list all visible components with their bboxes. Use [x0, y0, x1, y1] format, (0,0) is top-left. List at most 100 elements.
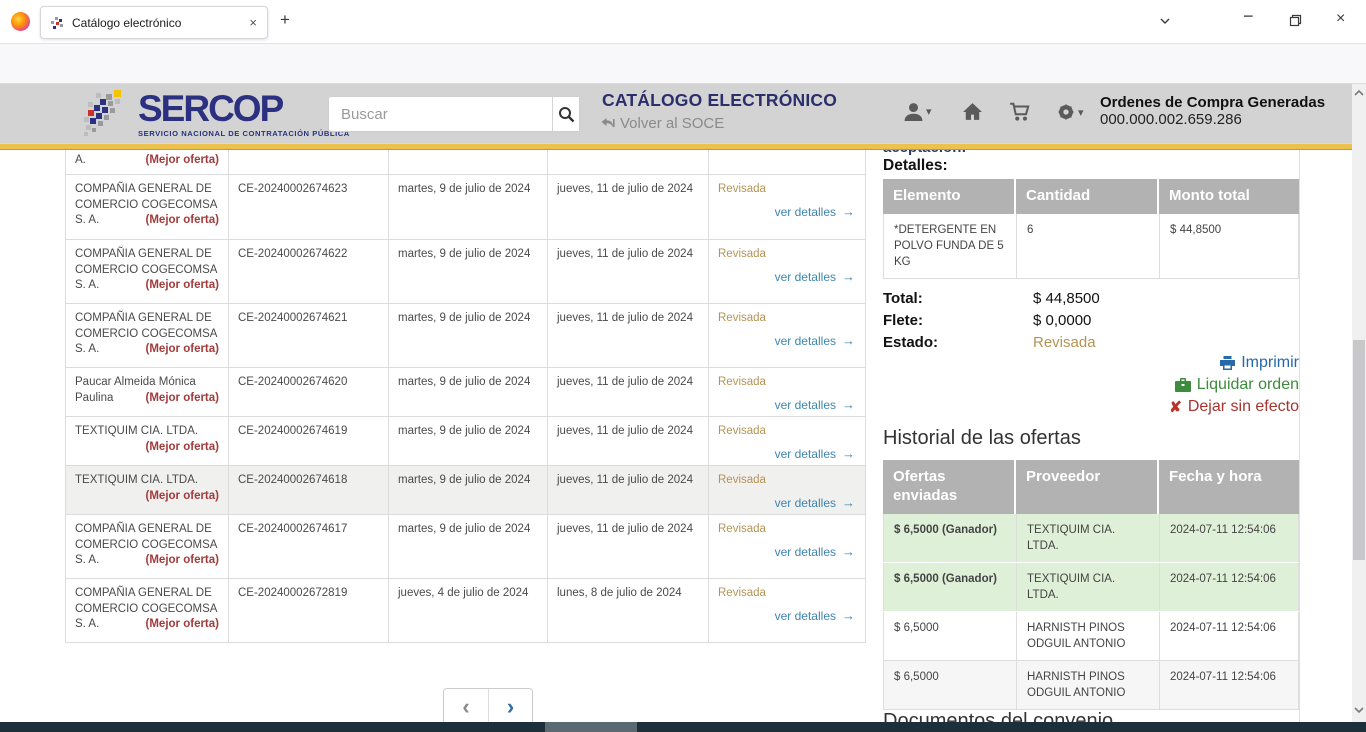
previous-page-button[interactable]: ‹ — [444, 689, 488, 725]
status-cell: Revisadaver detalles→ — [708, 368, 866, 416]
cart-button[interactable] — [1009, 102, 1031, 122]
freight-label: Flete: — [883, 312, 1033, 329]
cart-icon — [1009, 102, 1031, 122]
order-code-cell: CE-20240002674623 — [228, 175, 388, 239]
status-cell: Revisadaver detalles→ — [708, 240, 866, 303]
logo-tagline: SERVICIO NACIONAL DE CONTRATACIÓN PÚBLIC… — [138, 130, 350, 138]
window-minimize-button[interactable]: − — [1243, 6, 1254, 27]
ver-detalles-link[interactable]: ver detalles→ — [775, 543, 855, 561]
accept-date-cell: jueves, 11 de julio de 2024 — [547, 417, 708, 465]
accept-date-cell: lunes, 8 de julio de 2024 — [547, 579, 708, 642]
table-row: Paucar Almeida Mónica Paulina(Mejor ofer… — [66, 368, 865, 417]
sercop-mosaic-icon — [84, 90, 130, 138]
status-cell: Revisadaver detalles→ — [708, 417, 866, 465]
ver-detalles-link[interactable]: ver detalles→ — [775, 268, 855, 286]
provider-cell: COMPAÑIA GENERAL DE COMERCIO COGECOMSA S… — [66, 579, 228, 642]
table-row-selected: TEXTIQUIM CIA. LTDA.(Mejor oferta) CE-20… — [66, 466, 865, 515]
arrow-right-icon: → — [842, 333, 855, 348]
scroll-down-icon[interactable] — [1353, 706, 1365, 714]
search-icon — [558, 106, 575, 123]
total-value: $ 44,8500 — [1033, 290, 1100, 307]
accept-date-cell: jueves, 11 de julio de 2024 — [547, 175, 708, 239]
history-row-winner: $ 6,5000 (Ganador) TEXTIQUIM CIA. LTDA. … — [883, 563, 1299, 612]
page-footer-bar — [0, 722, 1366, 732]
history-row: $ 6,5000 HARNISTH PINOS ODGUIL ANTONIO 2… — [883, 661, 1299, 710]
site-header: SERCOP SERVICIO NACIONAL DE CONTRATACIÓN… — [0, 84, 1352, 143]
ver-detalles-link[interactable]: ver detalles→ — [775, 203, 855, 221]
table-row: COMPAÑIA GENERAL DE COMERCIO COGECOMSA S… — [66, 175, 865, 240]
scroll-up-icon[interactable] — [1353, 89, 1365, 97]
window-restore-button[interactable] — [1289, 14, 1302, 31]
table-row: TEXTIQUIM CIA. LTDA.(Mejor oferta) CE-20… — [66, 417, 865, 466]
arrow-right-icon: → — [842, 495, 855, 510]
settle-order-link[interactable]: Liquidar orden — [883, 374, 1299, 396]
history-table-header: Ofertas enviadas Proveedor Fecha y hora — [883, 460, 1299, 514]
issue-date-cell: martes, 9 de julio de 2024 — [388, 304, 547, 367]
navigation-toolbar: ← → https://catalogo.compraspublicas.gob… — [0, 44, 1366, 84]
arrow-right-icon: → — [842, 544, 855, 559]
home-icon — [962, 102, 983, 121]
gold-divider-bar — [0, 143, 1352, 150]
provider-cell: COMPAÑIA GENERAL DE COMERCIO COGECOMSA S… — [66, 240, 228, 303]
accept-date-cell: jueves, 11 de julio de 2024 — [547, 368, 708, 416]
browser-tab[interactable]: Catálogo electrónico × — [40, 6, 268, 39]
list-tabs-chevron-icon[interactable] — [1158, 14, 1172, 33]
vertical-scrollbar[interactable] — [1352, 84, 1366, 722]
orders-table: A.(Mejor oferta) COMPAÑIA GENERAL DE COM… — [65, 150, 866, 643]
void-order-link[interactable]: ✘ Dejar sin efecto — [883, 396, 1299, 418]
firefox-icon[interactable] — [11, 12, 30, 31]
quantity-cell: 6 — [1016, 214, 1159, 278]
page-title: CATÁLOGO ELECTRÓNICO — [602, 90, 837, 111]
provider-cell: Paucar Almeida Mónica Paulina(Mejor ofer… — [66, 368, 228, 416]
ver-detalles-link[interactable]: ver detalles→ — [775, 445, 855, 463]
volver-soce-link[interactable]: Volver al SOCE — [600, 115, 724, 132]
ver-detalles-link[interactable]: ver detalles→ — [775, 332, 855, 350]
home-button[interactable] — [962, 102, 983, 121]
history-row-winner: $ 6,5000 (Ganador) TEXTIQUIM CIA. LTDA. … — [883, 514, 1299, 563]
order-code-cell: CE-20240002674619 — [228, 417, 388, 465]
ver-detalles-link[interactable]: ver detalles→ — [775, 494, 855, 512]
settings-menu-button[interactable]: ▾ — [1056, 102, 1084, 122]
order-code-cell: CE-20240002672819 — [228, 579, 388, 642]
order-code-cell: CE-20240002674618 — [228, 466, 388, 514]
tab-bar: Catálogo electrónico × + − × — [0, 0, 1366, 44]
provider-cell: COMPAÑIA GENERAL DE COMERCIO COGECOMSA S… — [66, 304, 228, 367]
search-input[interactable] — [329, 97, 552, 131]
gear-icon — [1056, 102, 1076, 122]
ver-detalles-link[interactable]: ver detalles→ — [775, 607, 855, 625]
user-menu-button[interactable]: ▾ — [903, 102, 932, 121]
arrow-right-icon: → — [842, 608, 855, 623]
scrollbar-thumb[interactable] — [1353, 340, 1365, 560]
issue-date-cell: jueves, 4 de julio de 2024 — [388, 579, 547, 642]
issue-date-cell: martes, 9 de julio de 2024 — [388, 175, 547, 239]
horizontal-scrollbar-thumb[interactable] — [545, 722, 637, 732]
print-order-link[interactable]: Imprimir — [883, 352, 1299, 374]
issue-date-cell: martes, 9 de julio de 2024 — [388, 240, 547, 303]
printer-icon — [1220, 356, 1235, 370]
ver-detalles-link[interactable]: ver detalles→ — [775, 396, 855, 414]
new-tab-button[interactable]: + — [280, 10, 290, 30]
table-row-partial: A.(Mejor oferta) — [66, 150, 865, 175]
tab-close-icon[interactable]: × — [249, 15, 257, 30]
window-close-button[interactable]: × — [1336, 10, 1345, 28]
sercop-logo[interactable]: SERCOP SERVICIO NACIONAL DE CONTRATACIÓN… — [84, 90, 350, 138]
status-cell: Revisadaver detalles→ — [708, 304, 866, 367]
status-cell: Revisadaver detalles→ — [708, 515, 866, 578]
order-totals: Total:$ 44,8500 Flete:$ 0,0000 Estado:Re… — [883, 290, 1100, 356]
details-table: Elemento Cantidad Monto total *DETERGENT… — [883, 179, 1299, 279]
order-code-cell: CE-20240002674621 — [228, 304, 388, 367]
order-actions: Imprimir Liquidar orden ✘ Dejar sin efec… — [883, 352, 1299, 418]
search-button[interactable] — [552, 97, 579, 131]
tab-title: Catálogo electrónico — [72, 16, 241, 30]
caret-down-icon: ▾ — [926, 105, 932, 118]
history-table: Ofertas enviadas Proveedor Fecha y hora … — [883, 460, 1299, 710]
accept-date-cell: jueves, 11 de julio de 2024 — [547, 304, 708, 367]
caret-down-icon: ▾ — [1078, 106, 1084, 119]
x-mark-icon: ✘ — [1169, 398, 1182, 416]
accept-date-cell: jueves, 11 de julio de 2024 — [547, 515, 708, 578]
state-label: Estado: — [883, 334, 1033, 351]
element-cell: *DETERGENTE EN POLVO FUNDA DE 5 KG — [883, 214, 1016, 278]
next-page-button[interactable]: › — [488, 689, 532, 725]
table-row: COMPAÑIA GENERAL DE COMERCIO COGECOMSA S… — [66, 515, 865, 579]
freight-value: $ 0,0000 — [1033, 312, 1091, 329]
